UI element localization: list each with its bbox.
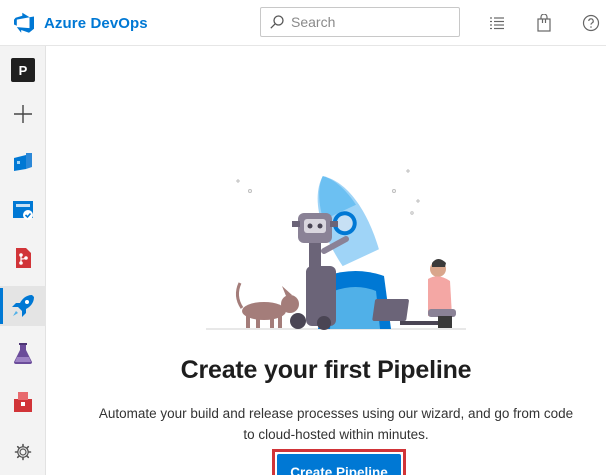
nav-overview[interactable] [0, 142, 46, 182]
nav-new-item[interactable] [0, 94, 46, 134]
page-description: Automate your build and release processe… [98, 406, 574, 442]
search-input[interactable] [291, 14, 451, 30]
help-icon [582, 14, 600, 32]
task-list-icon [490, 17, 504, 30]
search-icon [270, 15, 284, 29]
azure-devops-logo-icon [14, 12, 34, 33]
top-bar: Azure DevOps [0, 0, 606, 46]
nav-test-plans[interactable] [0, 334, 46, 374]
boards-icon [14, 153, 32, 171]
nav-repos[interactable] [0, 238, 46, 278]
test-flask-icon [14, 343, 32, 364]
help-button[interactable] [580, 12, 602, 34]
task-list-button[interactable] [486, 12, 508, 34]
pipelines-icon [12, 295, 34, 317]
shopping-bag-icon [537, 14, 551, 32]
marketplace-button[interactable] [533, 12, 555, 34]
project-avatar: P [11, 58, 35, 82]
create-pipeline-button[interactable]: Create Pipeline [277, 454, 401, 475]
app-name: Azure DevOps [44, 14, 148, 32]
page-title: Create your first Pipeline [180, 356, 472, 384]
nav-pipelines[interactable] [0, 286, 46, 326]
board-check-icon [13, 201, 33, 220]
highlight-box: Create Pipeline [272, 449, 406, 475]
repos-icon [16, 248, 31, 268]
pipeline-illustration [206, 169, 466, 330]
pipelines-empty-state: Create your first Pipeline Automate your… [46, 46, 606, 475]
brand-link[interactable]: Azure DevOps [12, 9, 148, 37]
plus-icon [14, 105, 32, 123]
nav-boards[interactable] [0, 190, 46, 230]
left-navigation: P [0, 46, 46, 475]
azure-devops-app: Azure DevOps Search P Create your first … [0, 0, 606, 475]
artifacts-icon [14, 392, 32, 412]
nav-artifacts[interactable] [0, 382, 46, 422]
project-switcher[interactable]: P [0, 50, 46, 90]
search-box[interactable] [260, 7, 460, 37]
nav-project-settings[interactable] [0, 432, 46, 472]
gear-icon [14, 443, 32, 461]
